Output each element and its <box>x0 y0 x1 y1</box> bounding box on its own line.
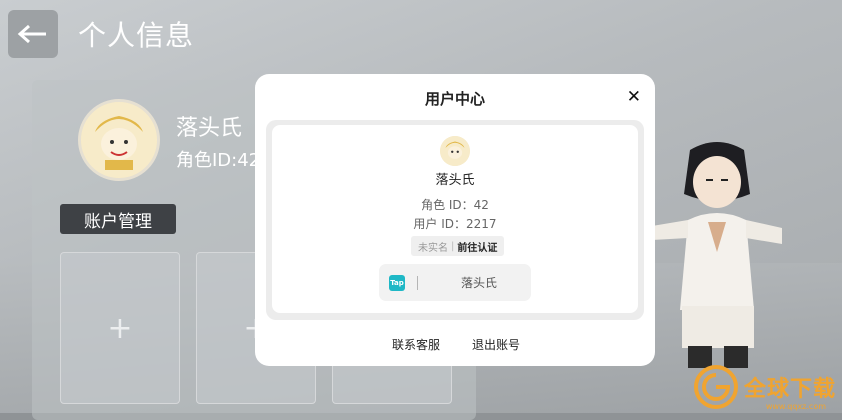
taptap-account-name: 落头氏 <box>460 276 497 290</box>
card-player-name: 落头氏 <box>435 173 475 188</box>
page-title: 个人信息 <box>78 19 195 52</box>
user-card: 落头氏 角色 ID：42 用户 ID：2217 未实名 | 前往认证 Tap 落… <box>272 125 638 313</box>
verify-badge[interactable]: 未实名 | 前往认证 <box>411 236 505 256</box>
back-arrow-icon <box>17 24 46 44</box>
verify-link[interactable]: 前往认证 <box>457 239 497 254</box>
user-center-modal: 用户中心 ✕ 落头氏 角色 ID：42 用户 ID：2217 未实名 | 前往认… <box>255 74 655 366</box>
divider <box>417 276 418 290</box>
card-user-id: 用户 ID：2217 <box>413 217 497 231</box>
taptap-account-row: Tap 落头氏 <box>379 264 531 301</box>
account-management-tab[interactable]: 账户管理 <box>60 204 176 234</box>
add-slot-button[interactable]: + <box>60 252 180 404</box>
background-role-id: 角色ID:42 <box>176 150 261 171</box>
logout-link[interactable]: 退出账号 <box>472 336 520 353</box>
modal-title: 用户中心 <box>424 90 485 108</box>
card-role-id: 角色 ID：42 <box>421 198 489 212</box>
watermark-subtext: www.qqxz.com <box>765 402 826 411</box>
watermark-logo-icon <box>693 365 738 409</box>
verify-status: 未实名 <box>418 242 448 254</box>
verify-separator: | <box>451 240 455 252</box>
avatar <box>78 99 160 181</box>
close-icon[interactable]: ✕ <box>627 87 641 107</box>
back-button[interactable] <box>8 10 58 58</box>
game-character <box>652 142 782 368</box>
taptap-icon: Tap <box>389 275 405 291</box>
user-card-frame: 落头氏 角色 ID：42 用户 ID：2217 未实名 | 前往认证 Tap 落… <box>266 120 644 320</box>
card-avatar <box>440 136 470 166</box>
contact-support-link[interactable]: 联系客服 <box>392 336 440 353</box>
background-player-name: 落头氏 <box>176 116 243 141</box>
watermark-text: 全球下载 <box>743 377 836 402</box>
